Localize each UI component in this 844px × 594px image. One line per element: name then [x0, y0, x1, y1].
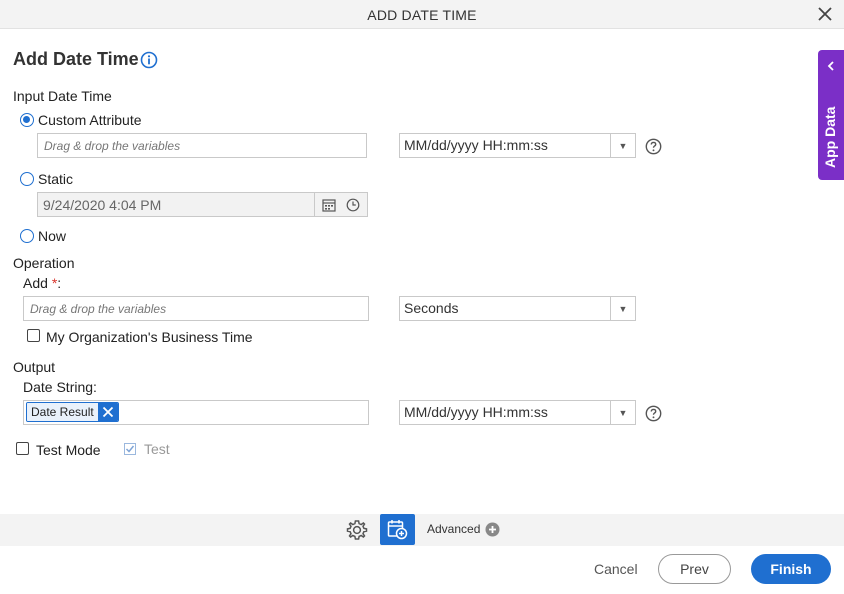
- now-label: Now: [38, 228, 67, 244]
- help-icon[interactable]: [645, 405, 662, 422]
- chip-label: Date Result: [27, 403, 98, 421]
- time-unit-select[interactable]: Seconds ▼: [399, 296, 636, 321]
- add-label-text: Add: [23, 275, 48, 291]
- now-radio[interactable]: [20, 229, 34, 243]
- output-format-select[interactable]: MM/dd/yyyy HH:mm:ss ▼: [399, 400, 636, 425]
- business-time-checkbox[interactable]: [27, 329, 40, 342]
- info-icon[interactable]: [140, 51, 158, 69]
- datetime-picker-buttons: [314, 193, 367, 216]
- static-datetime-value: 9/24/2020 4:04 PM: [43, 197, 162, 213]
- custom-attribute-radio[interactable]: [20, 113, 34, 127]
- operation-label: Operation: [13, 255, 75, 271]
- test-mode-checkbox[interactable]: [16, 442, 29, 455]
- page-title: Add Date Time: [13, 49, 139, 69]
- add-label: Add *:: [23, 275, 61, 291]
- app-data-label: App Data: [822, 106, 838, 168]
- dialog-title: ADD DATE TIME: [367, 7, 477, 23]
- static-radio[interactable]: [20, 172, 34, 186]
- input-format-select[interactable]: MM/dd/yyyy HH:mm:ss ▼: [399, 133, 636, 158]
- custom-attribute-input[interactable]: Drag & drop the variables: [37, 133, 367, 158]
- gear-icon[interactable]: [346, 519, 368, 541]
- dialog-title-bar: ADD DATE TIME: [0, 0, 844, 29]
- static-label: Static: [38, 171, 74, 187]
- test-label: Test: [144, 441, 170, 457]
- test-mode-label: Test Mode: [36, 442, 101, 458]
- custom-attribute-label: Custom Attribute: [38, 112, 142, 128]
- chevron-down-icon: ▼: [610, 401, 635, 424]
- clock-icon[interactable]: [346, 198, 360, 212]
- date-string-label: Date String:: [23, 379, 97, 395]
- date-result-chip: Date Result: [26, 402, 119, 422]
- help-icon[interactable]: [645, 138, 662, 155]
- input-format-value: MM/dd/yyyy HH:mm:ss: [404, 137, 548, 153]
- advanced-link[interactable]: Advanced: [427, 522, 480, 536]
- remove-chip-icon[interactable]: [97, 403, 118, 421]
- close-icon[interactable]: [816, 5, 834, 23]
- app-data-tab[interactable]: App Data: [818, 50, 844, 180]
- finish-button[interactable]: Finish: [751, 554, 831, 584]
- bottom-toolbar: [0, 514, 844, 546]
- cancel-button[interactable]: Cancel: [594, 561, 638, 577]
- calendar-icon[interactable]: [322, 198, 336, 212]
- input-date-time-label: Input Date Time: [13, 88, 112, 104]
- output-format-value: MM/dd/yyyy HH:mm:ss: [404, 404, 548, 420]
- business-time-label: My Organization's Business Time: [46, 329, 253, 345]
- chevron-left-icon: [827, 61, 834, 71]
- test-checkbox-icon: [124, 443, 136, 455]
- date-time-settings-button[interactable]: [380, 514, 415, 545]
- calendar-add-icon: [387, 520, 408, 540]
- prev-button[interactable]: Prev: [658, 554, 731, 584]
- plus-circle-icon[interactable]: [485, 522, 500, 537]
- chevron-down-icon: ▼: [610, 134, 635, 157]
- chevron-down-icon: ▼: [610, 297, 635, 320]
- add-label-colon: :: [57, 275, 62, 291]
- add-value-input[interactable]: Drag & drop the variables: [23, 296, 369, 321]
- output-label: Output: [13, 359, 56, 375]
- time-unit-value: Seconds: [404, 300, 459, 316]
